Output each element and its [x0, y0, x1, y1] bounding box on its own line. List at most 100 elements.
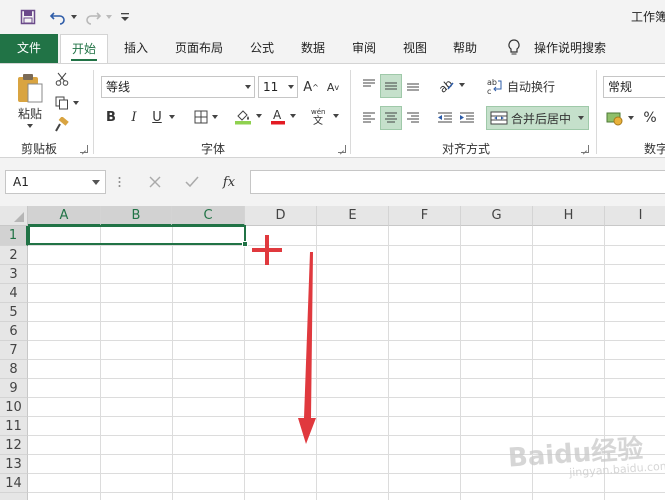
row-header-7[interactable]: 7: [0, 341, 28, 360]
row-header-5[interactable]: 5: [0, 303, 28, 322]
font-launcher-icon[interactable]: [338, 145, 346, 153]
column-header-i[interactable]: I: [605, 206, 665, 226]
font-name-combo[interactable]: 等线: [101, 76, 255, 98]
tab-home[interactable]: 开始: [60, 34, 108, 64]
row-header-15[interactable]: [0, 493, 28, 500]
fill-handle[interactable]: [242, 241, 248, 247]
active-cell-selection[interactable]: [28, 225, 246, 245]
redo-icon[interactable]: [84, 7, 112, 27]
number-format-combo[interactable]: 常规: [603, 76, 665, 98]
paste-label: 粘贴: [17, 107, 42, 121]
tab-formulas[interactable]: 公式: [242, 34, 282, 63]
column-header-h[interactable]: H: [533, 206, 605, 226]
borders-icon[interactable]: [190, 107, 222, 127]
tab-insert[interactable]: 插入: [116, 34, 156, 63]
formula-bar: A1 fx: [0, 158, 665, 209]
row-header-9[interactable]: 9: [0, 379, 28, 398]
bold-button[interactable]: B: [104, 107, 118, 127]
row-header-10[interactable]: 10: [0, 398, 28, 417]
bottom-align-icon[interactable]: [402, 74, 424, 96]
increase-font-size-icon[interactable]: A ^: [302, 77, 320, 97]
tab-help[interactable]: 帮助: [445, 34, 485, 63]
underline-button[interactable]: U: [150, 107, 164, 127]
column-header-c[interactable]: C: [172, 206, 245, 226]
gridline: [28, 283, 665, 284]
orientation-icon[interactable]: ab: [434, 74, 468, 96]
enter-icon[interactable]: [181, 172, 203, 192]
row-header-6[interactable]: 6: [0, 322, 28, 341]
column-header-d[interactable]: D: [245, 206, 317, 226]
select-all-button[interactable]: [0, 206, 28, 226]
group-divider: [596, 70, 597, 154]
tell-me-search[interactable]: 操作说明搜索: [530, 34, 610, 63]
gridline: [28, 378, 665, 379]
font-size-combo[interactable]: 11: [258, 76, 298, 98]
tab-file[interactable]: 文件: [0, 34, 58, 63]
gridline: [28, 340, 665, 341]
percent-style-icon[interactable]: %: [642, 107, 658, 129]
column-header-g[interactable]: G: [461, 206, 533, 226]
formula-input[interactable]: [250, 170, 665, 194]
align-right-icon[interactable]: [402, 107, 424, 129]
wrap-text-label: 自动换行: [507, 79, 556, 94]
decrease-indent-icon[interactable]: [434, 107, 456, 129]
customize-qat-icon[interactable]: [120, 7, 130, 27]
save-icon[interactable]: [20, 7, 36, 27]
middle-align-icon[interactable]: [380, 74, 402, 98]
alignment-group-label: 对齐方式: [441, 142, 490, 156]
wrap-text-icon: abc: [487, 78, 502, 95]
top-align-icon[interactable]: [358, 74, 380, 96]
title-bar: 工作簿: [0, 0, 665, 34]
decrease-font-size-icon[interactable]: Av: [324, 77, 342, 97]
insert-function-button[interactable]: fx: [218, 172, 240, 192]
cut-icon[interactable]: [53, 70, 71, 88]
underline-dropdown[interactable]: [166, 107, 178, 127]
cancel-icon[interactable]: [144, 172, 166, 192]
gridline: [28, 359, 665, 360]
increase-indent-icon[interactable]: [456, 107, 478, 129]
tab-view[interactable]: 视图: [395, 34, 435, 63]
row-header-14[interactable]: 14: [0, 474, 28, 493]
format-painter-icon[interactable]: [53, 116, 71, 134]
row-header-3[interactable]: 3: [0, 265, 28, 284]
align-left-icon[interactable]: [358, 107, 380, 129]
alignment-launcher-icon[interactable]: [581, 145, 589, 153]
italic-button[interactable]: I: [127, 107, 141, 127]
svg-text:ab: ab: [437, 77, 455, 93]
clipboard-launcher-icon[interactable]: [80, 145, 88, 153]
row-header-1[interactable]: 1: [0, 226, 28, 246]
lightbulb-icon: [505, 34, 523, 63]
merge-center-label: 合并后居中: [511, 111, 572, 126]
column-header-a[interactable]: A: [28, 206, 101, 226]
wrap-text-button[interactable]: ab c 自动换行: [486, 74, 578, 98]
gridline: [28, 492, 665, 493]
row-header-2[interactable]: 2: [0, 246, 28, 265]
gridline: [28, 264, 665, 265]
column-header-b[interactable]: B: [101, 206, 172, 226]
row-header-4[interactable]: 4: [0, 284, 28, 303]
fill-color-icon[interactable]: [232, 105, 264, 127]
undo-icon[interactable]: [49, 7, 77, 27]
phonetic-guide-icon[interactable]: wén 文: [308, 105, 340, 127]
name-box[interactable]: A1: [5, 170, 106, 194]
merge-center-button[interactable]: 合并后居中: [486, 106, 589, 130]
gridline: [172, 226, 173, 500]
gridline: [28, 416, 665, 417]
tab-page-layout[interactable]: 页面布局: [166, 34, 232, 63]
accounting-format-icon[interactable]: [603, 107, 637, 129]
row-header-8[interactable]: 8: [0, 360, 28, 379]
paste-button[interactable]: 粘贴: [10, 70, 50, 130]
row-header-13[interactable]: 13: [0, 455, 28, 474]
resize-handle-icon[interactable]: [116, 175, 122, 189]
row-header-11[interactable]: 11: [0, 417, 28, 436]
column-header-e[interactable]: E: [317, 206, 389, 226]
copy-icon[interactable]: [53, 94, 81, 112]
tab-review[interactable]: 审阅: [344, 34, 384, 63]
tab-data[interactable]: 数据: [293, 34, 333, 63]
svg-text:ab: ab: [487, 78, 497, 87]
column-header-f[interactable]: F: [389, 206, 461, 226]
gridline: [28, 397, 665, 398]
row-header-12[interactable]: 12: [0, 436, 28, 455]
font-color-icon[interactable]: A: [268, 105, 298, 127]
align-center-icon[interactable]: [380, 106, 402, 130]
